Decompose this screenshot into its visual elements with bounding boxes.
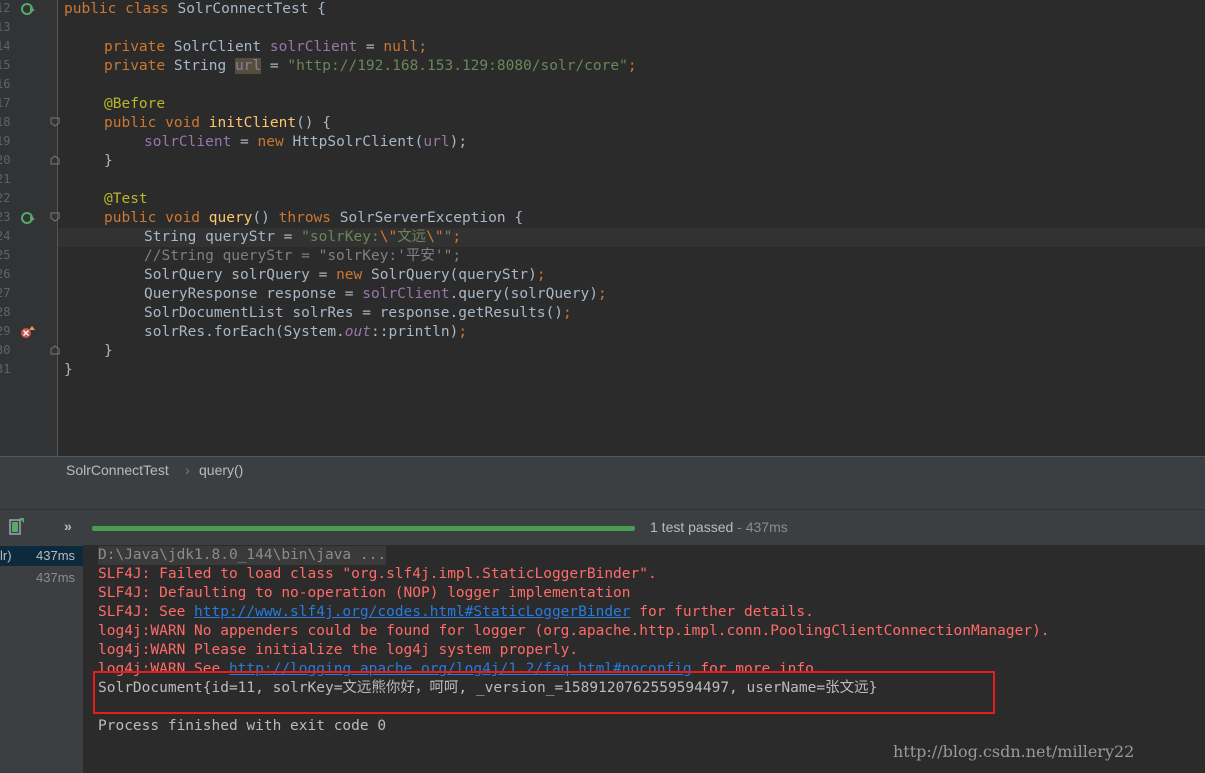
- breadcrumb-class[interactable]: SolrConnectTest: [66, 462, 169, 478]
- line-number: 25: [0, 248, 11, 262]
- code-line[interactable]: solrRes.forEach(System.out::println);: [144, 323, 467, 342]
- code-line[interactable]: public void initClient() {: [104, 114, 331, 133]
- line-number: 23: [0, 210, 11, 224]
- code-line[interactable]: public void query() throws SolrServerExc…: [104, 209, 523, 228]
- breakpoint-icon[interactable]: [20, 325, 36, 339]
- console-line: SLF4J: Defaulting to no-operation (NOP) …: [98, 585, 631, 601]
- code-line[interactable]: }: [104, 152, 113, 171]
- fold-icon[interactable]: [50, 345, 60, 355]
- console-line: SLF4J: See http://www.slf4j.org/codes.ht…: [98, 604, 814, 620]
- console-line: log4j:WARN Please initialize the log4j s…: [98, 642, 579, 658]
- test-progress-bar: [92, 526, 635, 531]
- line-number: 18: [0, 115, 11, 129]
- test-status: 1 test passed - 437ms: [650, 519, 788, 535]
- code-line[interactable]: QueryResponse response = solrClient.quer…: [144, 285, 607, 304]
- code-line[interactable]: }: [64, 361, 73, 380]
- watermark: http://blog.csdn.net/millery22: [893, 742, 1135, 761]
- line-number: 21: [0, 172, 11, 186]
- code-line[interactable]: @Before: [104, 95, 165, 114]
- line-number: 24: [0, 229, 11, 243]
- line-number: 28: [0, 305, 11, 319]
- breadcrumb: SolrConnectTest › query(): [0, 456, 1205, 483]
- code-line[interactable]: SolrDocumentList solrRes = response.getR…: [144, 304, 572, 323]
- breadcrumb-method[interactable]: query(): [199, 462, 243, 478]
- console-output[interactable]: D:\Java\jdk1.8.0_144\bin\java ... SLF4J:…: [84, 545, 1205, 773]
- panel-divider: [0, 483, 1205, 509]
- code-line[interactable]: String queryStr = "solrKey:\"文远\"";: [144, 228, 461, 247]
- code-line[interactable]: private String url = "http://192.168.153…: [104, 57, 637, 76]
- rerun-icon[interactable]: [8, 517, 26, 537]
- code-line[interactable]: SolrQuery solrQuery = new SolrQuery(quer…: [144, 266, 546, 285]
- code-line[interactable]: //String queryStr = "solrKey:'平安'";: [144, 247, 461, 266]
- slf4j-link[interactable]: http://www.slf4j.org/codes.html#StaticLo…: [194, 604, 631, 620]
- console-line: SLF4J: Failed to load class "org.slf4j.i…: [98, 566, 657, 582]
- code-line[interactable]: @Test: [104, 190, 148, 209]
- code-line[interactable]: private SolrClient solrClient = null;: [104, 38, 427, 57]
- code-line[interactable]: solrClient = new HttpSolrClient(url);: [144, 133, 467, 152]
- test-tree-row[interactable]: lr) 437ms: [0, 546, 83, 566]
- console-line: log4j:WARN No appenders could be found f…: [98, 623, 1050, 639]
- fold-icon[interactable]: [50, 212, 60, 222]
- line-number: 15: [0, 58, 11, 72]
- fold-icon[interactable]: [50, 117, 60, 127]
- line-number: 31: [0, 362, 11, 376]
- line-number: 29: [0, 324, 11, 338]
- run-test-icon[interactable]: [20, 211, 36, 225]
- breadcrumb-separator: ›: [185, 462, 190, 478]
- line-number: 14: [0, 39, 11, 53]
- line-number: 26: [0, 267, 11, 281]
- run-class-icon[interactable]: [20, 2, 36, 16]
- code-editor[interactable]: 12 13 14 15 16 17 18 19 20 21 22 23 24 2…: [0, 0, 1205, 456]
- console-command-line[interactable]: D:\Java\jdk1.8.0_144\bin\java ...: [98, 546, 387, 565]
- line-number: 12: [0, 1, 11, 15]
- line-number: 13: [0, 20, 11, 34]
- result-highlight-box: [93, 671, 995, 714]
- code-line[interactable]: }: [104, 342, 113, 361]
- line-number: 27: [0, 286, 11, 300]
- line-number: 30: [0, 343, 11, 357]
- line-number: 16: [0, 77, 11, 91]
- editor-gutter: 12 13 14 15 16 17 18 19 20 21 22 23 24 2…: [0, 0, 60, 456]
- run-toolbar: » 1 test passed - 437ms: [0, 509, 1205, 546]
- expand-toolbar-button[interactable]: »: [64, 518, 72, 534]
- code-line[interactable]: public class SolrConnectTest {: [64, 0, 326, 19]
- line-number: 19: [0, 134, 11, 148]
- process-exit-line: Process finished with exit code 0: [98, 718, 387, 734]
- test-tree-row[interactable]: 437ms: [0, 568, 83, 588]
- line-number: 17: [0, 96, 11, 110]
- line-number: 22: [0, 191, 11, 205]
- test-tree: lr) 437ms 437ms: [0, 545, 84, 773]
- fold-icon[interactable]: [50, 155, 60, 165]
- line-number: 20: [0, 153, 11, 167]
